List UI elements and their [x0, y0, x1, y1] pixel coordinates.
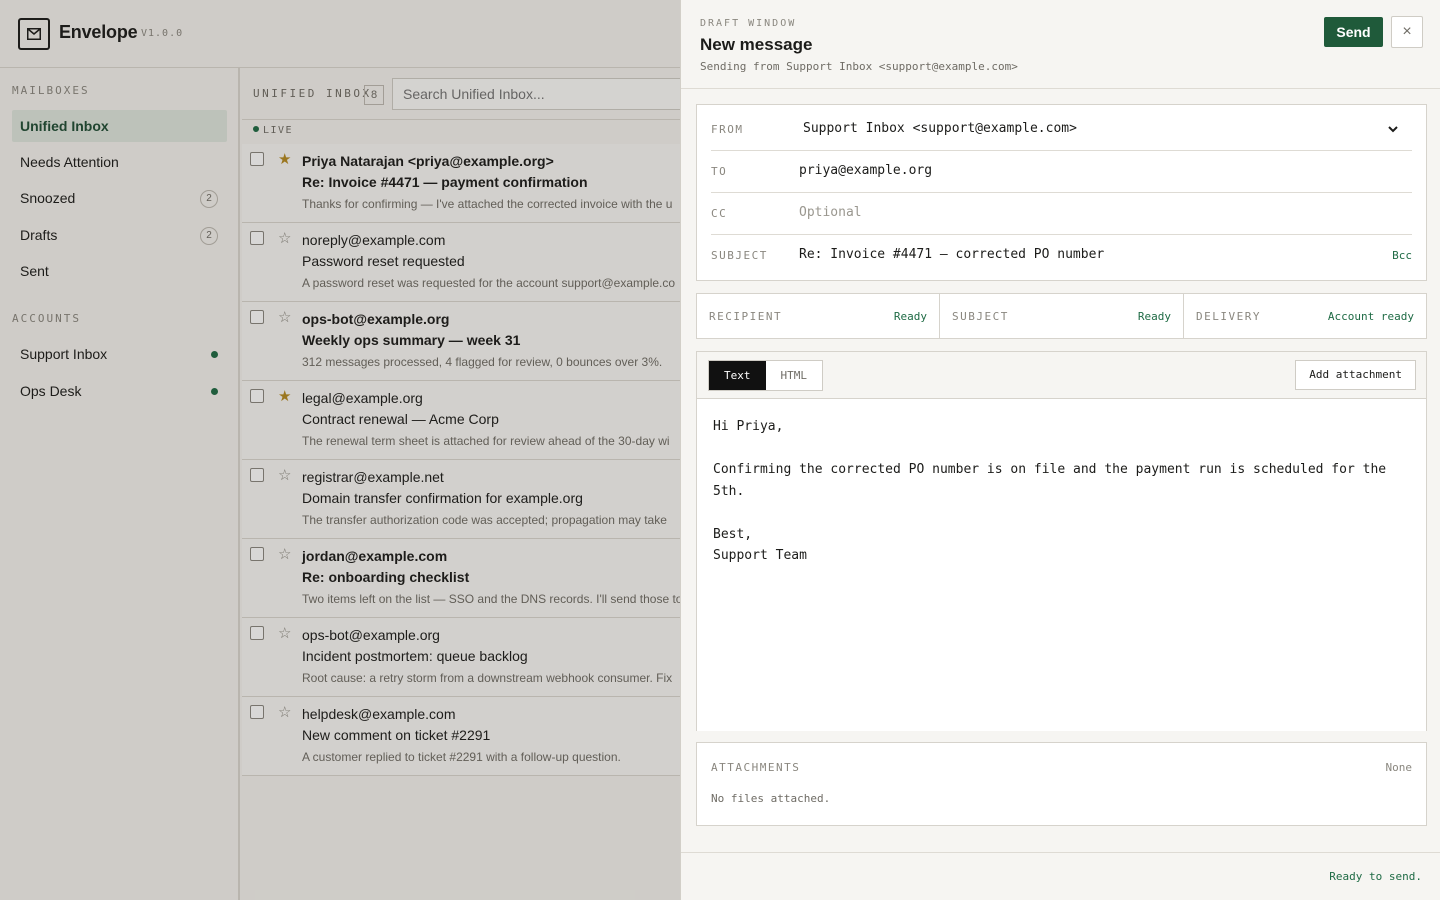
from-select[interactable]: Support Inbox <support@example.com> — [803, 121, 1077, 136]
attachments-count: None — [1385, 761, 1413, 774]
from-row: FROM Support Inbox <support@example.com> — [711, 109, 1412, 151]
check-status: Ready — [893, 310, 927, 323]
message-body[interactable]: Hi Priya, Confirming the corrected PO nu… — [713, 416, 1403, 567]
check-status: Account ready — [1327, 310, 1414, 323]
readiness-checks: RECIPIENT Ready SUBJECT Ready DELIVERY A… — [696, 293, 1427, 339]
editor-toolbar: Text HTML Add attachment — [697, 352, 1426, 399]
format-toggle: Text HTML — [708, 360, 823, 391]
check-recipient: RECIPIENT Ready — [697, 294, 940, 338]
subject-field[interactable]: Re: Invoice #4471 — corrected PO number — [799, 247, 1104, 262]
tab-html[interactable]: HTML — [766, 361, 823, 390]
send-button[interactable]: Send — [1324, 17, 1383, 47]
bcc-toggle[interactable]: Bcc — [1392, 249, 1412, 262]
check-subject: SUBJECT Ready — [940, 294, 1184, 338]
check-delivery: DELIVERY Account ready — [1184, 294, 1426, 338]
add-attachment-button[interactable]: Add attachment — [1295, 360, 1416, 390]
subject-row: SUBJECT Re: Invoice #4471 — corrected PO… — [711, 235, 1412, 277]
from-label: FROM — [711, 123, 744, 136]
address-fields: FROM Support Inbox <support@example.com>… — [696, 104, 1427, 281]
to-label: TO — [711, 165, 728, 178]
send-status: Ready to send. — [1329, 870, 1422, 883]
check-status: Ready — [1137, 310, 1171, 323]
draft-kicker: DRAFT WINDOW — [700, 18, 797, 29]
cc-label: CC — [711, 207, 728, 220]
subject-label: SUBJECT — [711, 249, 768, 262]
close-icon[interactable]: × — [1391, 16, 1423, 48]
to-field[interactable]: priya@example.org — [799, 163, 932, 178]
tab-text[interactable]: Text — [709, 361, 766, 390]
draft-footer: Ready to send. — [681, 852, 1440, 900]
check-label: DELIVERY — [1196, 310, 1261, 323]
to-row: TO priya@example.org — [711, 151, 1412, 193]
message-editor: Text HTML Add attachment Hi Priya, Confir… — [696, 351, 1427, 731]
check-label: RECIPIENT — [709, 310, 783, 323]
attachments-label: ATTACHMENTS — [711, 761, 801, 774]
chevron-down-icon[interactable] — [1388, 125, 1398, 133]
header-divider — [681, 88, 1440, 89]
draft-window: DRAFT WINDOW New message Sending from Su… — [680, 0, 1440, 900]
attachments-panel: ATTACHMENTS None No files attached. — [696, 742, 1427, 826]
draft-subtitle: Sending from Support Inbox <support@exam… — [700, 60, 1018, 73]
check-label: SUBJECT — [952, 310, 1009, 323]
cc-field[interactable]: Optional — [799, 205, 862, 220]
attachments-empty-text: No files attached. — [711, 792, 831, 805]
draft-title: New message — [700, 35, 813, 54]
cc-row: CC Optional — [711, 193, 1412, 235]
